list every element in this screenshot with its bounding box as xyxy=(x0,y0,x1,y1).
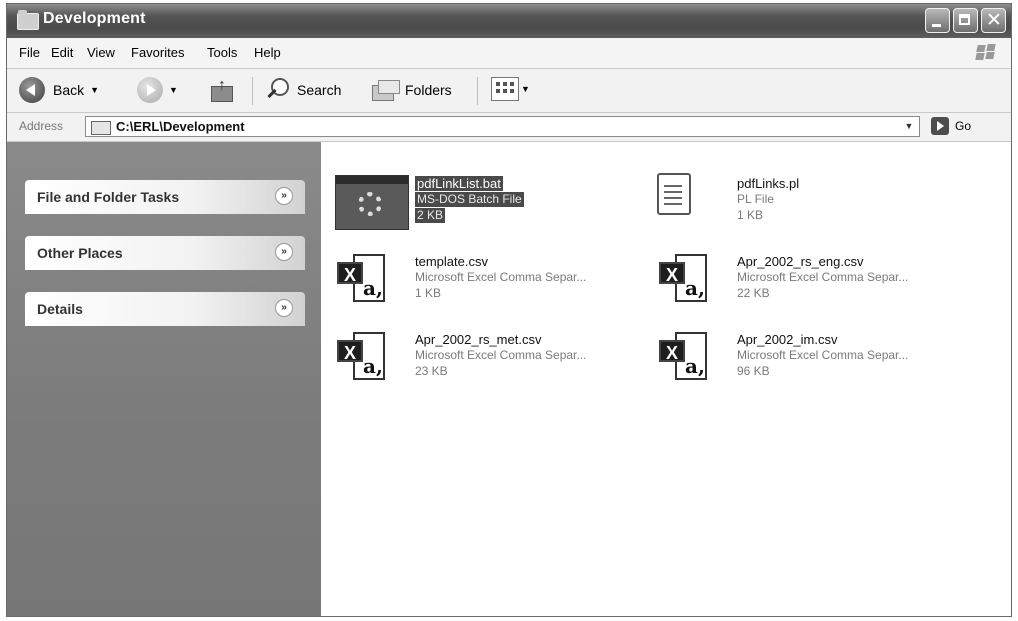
menu-view[interactable]: View xyxy=(87,45,115,60)
explorer-window: Development ✕ File Edit View Favorites T… xyxy=(6,3,1012,617)
expand-chevron-icon[interactable]: » xyxy=(275,299,293,317)
go-button[interactable]: Go xyxy=(955,119,971,133)
address-bar: Address C:\ERL\Development ▼ Go xyxy=(7,113,1011,142)
windows-logo-icon xyxy=(975,44,997,62)
expand-chevron-icon[interactable]: » xyxy=(275,243,293,261)
file-type: Microsoft Excel Comma Separ... xyxy=(737,270,909,284)
text-file-icon xyxy=(657,173,691,215)
menu-edit[interactable]: Edit xyxy=(51,45,73,60)
back-dropdown-icon[interactable]: ▼ xyxy=(90,85,99,95)
menu-tools[interactable]: Tools xyxy=(207,45,237,60)
up-folder-button[interactable]: ↑ xyxy=(209,77,235,103)
menu-favorites[interactable]: Favorites xyxy=(131,45,184,60)
panel-file-folder-tasks[interactable]: File and Folder Tasks » xyxy=(25,180,305,214)
file-size: 1 KB xyxy=(415,286,442,300)
back-label: Back xyxy=(53,82,85,98)
views-icon xyxy=(491,77,519,101)
forward-arrow-icon xyxy=(137,77,163,103)
file-name: template.csv xyxy=(415,254,488,269)
excel-csv-icon: Xa, xyxy=(659,332,707,384)
forward-button[interactable]: ▼ xyxy=(137,77,178,103)
panel-label: File and Folder Tasks xyxy=(37,189,180,205)
file-size: 23 KB xyxy=(415,364,448,378)
search-label: Search xyxy=(297,82,342,98)
back-button[interactable]: Back ▼ xyxy=(19,77,99,103)
file-item[interactable]: pdfLinks.pl PL File 1 KB xyxy=(321,173,799,236)
menu-file[interactable]: File xyxy=(19,45,40,60)
panel-label: Other Places xyxy=(37,245,123,261)
file-name: Apr_2002_im.csv xyxy=(737,332,838,347)
file-size: 22 KB xyxy=(737,286,770,300)
menu-bar: File Edit View Favorites Tools Help xyxy=(7,38,1011,69)
excel-csv-icon: Xa, xyxy=(337,254,385,306)
maximize-button[interactable] xyxy=(953,8,978,33)
views-dropdown-icon[interactable]: ▼ xyxy=(521,84,530,94)
file-item[interactable]: Xa, Apr_2002_im.csv Microsoft Excel Comm… xyxy=(659,332,979,392)
task-pane: File and Folder Tasks » Other Places » D… xyxy=(7,142,321,616)
file-size: 1 KB xyxy=(737,208,764,222)
close-icon: ✕ xyxy=(986,9,1002,31)
menu-help[interactable]: Help xyxy=(254,45,281,60)
expand-chevron-icon[interactable]: » xyxy=(275,187,293,205)
file-item[interactable]: Xa, template.csv Microsoft Excel Comma S… xyxy=(337,254,657,314)
file-name: pdfLinks.pl xyxy=(737,176,800,191)
file-name: Apr_2002_rs_met.csv xyxy=(415,332,542,347)
file-type: PL File xyxy=(737,192,774,206)
title-bar[interactable]: Development ✕ xyxy=(7,4,1011,38)
address-path: C:\ERL\Development xyxy=(116,119,245,134)
toolbar: Back ▼ ▼ ↑ Search Folders ▼ xyxy=(7,69,1011,113)
search-button[interactable]: Search xyxy=(265,77,341,103)
go-arrow-icon[interactable] xyxy=(931,117,949,135)
views-button[interactable]: ▼ xyxy=(491,77,530,101)
window-title: Development xyxy=(43,10,146,27)
file-item[interactable]: Xa, Apr_2002_rs_eng.csv Microsoft Excel … xyxy=(659,254,979,314)
panel-details[interactable]: Details » xyxy=(25,292,305,326)
folder-icon xyxy=(17,10,39,30)
excel-csv-icon: Xa, xyxy=(337,332,385,384)
file-type: Microsoft Excel Comma Separ... xyxy=(415,270,587,284)
excel-csv-icon: Xa, xyxy=(659,254,707,306)
file-type: Microsoft Excel Comma Separ... xyxy=(415,348,587,362)
forward-dropdown-icon[interactable]: ▼ xyxy=(169,85,178,95)
address-label: Address xyxy=(19,119,64,133)
folders-button[interactable]: Folders xyxy=(369,77,452,103)
address-input[interactable]: C:\ERL\Development ▼ xyxy=(85,116,920,137)
back-arrow-icon xyxy=(19,77,45,103)
folders-label: Folders xyxy=(405,82,452,98)
file-name: Apr_2002_rs_eng.csv xyxy=(737,254,864,269)
search-icon xyxy=(265,77,291,103)
toolbar-separator xyxy=(252,77,253,105)
panel-other-places[interactable]: Other Places » xyxy=(25,236,305,270)
file-list: pdfLinkList.bat MS-DOS Batch File 2 KB p… xyxy=(321,142,1011,616)
close-button[interactable]: ✕ xyxy=(981,8,1006,33)
address-dropdown-icon[interactable]: ▼ xyxy=(901,119,917,134)
folder-icon xyxy=(91,121,111,135)
minimize-button[interactable] xyxy=(925,8,950,33)
file-size: 96 KB xyxy=(737,364,770,378)
up-folder-icon: ↑ xyxy=(209,77,235,103)
file-type: Microsoft Excel Comma Separ... xyxy=(737,348,909,362)
file-item[interactable]: Xa, Apr_2002_rs_met.csv Microsoft Excel … xyxy=(337,332,657,392)
panel-label: Details xyxy=(37,301,83,317)
folders-icon xyxy=(369,77,400,103)
toolbar-separator xyxy=(477,77,478,105)
